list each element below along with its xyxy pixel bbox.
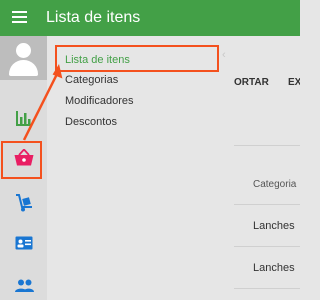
item-list-background: ORTAR EX Categoria Lanches Lanches [234,36,300,300]
export-button[interactable]: ORTAR [234,77,269,88]
ex-button[interactable]: EX [288,77,300,88]
table-cell-category: Lanches [253,262,295,274]
column-header-category: Categoria [253,179,297,190]
table-cell-category: Lanches [253,220,295,232]
